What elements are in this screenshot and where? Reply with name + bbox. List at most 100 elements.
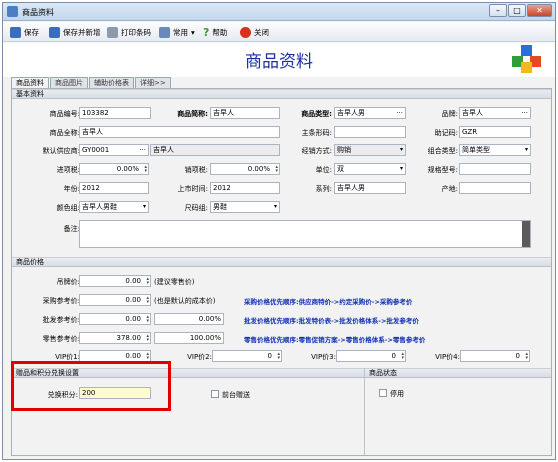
biz-mode-label: 经销方式: <box>301 147 332 155</box>
input-tax-field[interactable]: 0.00% ▴ ▾ <box>79 163 149 175</box>
retail-pct-field[interactable]: 100.00% <box>154 332 224 344</box>
retail-field[interactable]: 378.00 ▴ ▾ <box>79 332 151 344</box>
browse-icon: ··· <box>396 109 403 117</box>
save-new-icon <box>49 26 60 38</box>
chevron-down-icon: ▾ <box>399 146 403 153</box>
spinner-icon: ▴ ▾ <box>146 333 149 343</box>
maximize-button[interactable]: □ <box>508 4 526 17</box>
tag-price-label: 吊牌价: <box>56 278 80 286</box>
disabled-label: 停用 <box>390 390 404 398</box>
spinner-icon: ▴ ▾ <box>525 351 528 361</box>
color-label: 颜色组: <box>56 204 80 212</box>
mnemonic-field[interactable]: GZR <box>459 126 531 138</box>
app-icon <box>7 6 18 17</box>
size-select[interactable]: 男鞋 ▾ <box>210 201 280 213</box>
retail-label: 零售参考价: <box>42 335 80 343</box>
launch-label: 上市时间: <box>177 185 208 193</box>
unit-select[interactable]: 双 ▾ <box>334 163 406 175</box>
unit-label: 单位: <box>315 166 332 174</box>
help-icon: ? <box>203 25 210 39</box>
mnemonic-label: 助记码: <box>434 129 458 137</box>
chevron-down-icon: ▾ <box>399 165 403 172</box>
brand-field[interactable]: 吉早人 ··· <box>459 107 531 119</box>
tab-strip: 商品资料 商品图片 辅助价格表 详细>> <box>11 77 172 88</box>
tag-price-note: (建议零售价) <box>154 278 195 286</box>
spinner-icon: ▴ ▾ <box>146 295 149 305</box>
full-name-field[interactable]: 吉早人 <box>79 126 280 138</box>
type-field[interactable]: 吉早人男 ··· <box>334 107 406 119</box>
toolbar: 保存 保存并新增 打印条码 常用 ▾ ? 帮助 关闭 <box>3 22 555 42</box>
cubes-logo-icon <box>512 45 541 73</box>
tab-product-info[interactable]: 商品资料 <box>11 77 49 88</box>
output-tax-field[interactable]: 0.00% ▴ ▾ <box>210 163 280 175</box>
vip4-label: VIP价4: <box>435 353 460 361</box>
origin-field[interactable] <box>459 182 531 194</box>
barcode-field[interactable] <box>334 126 406 138</box>
series-field[interactable]: 吉早人男 <box>334 182 406 194</box>
purchase-label: 采购参考价: <box>42 297 80 305</box>
supplier-name-field: 吉早人 <box>150 144 280 156</box>
vip3-field[interactable]: 0 ▴ ▾ <box>336 350 406 362</box>
spinner-icon: ▴ ▾ <box>146 351 149 361</box>
supplier-label: 默认供应商: <box>42 147 80 155</box>
help-button[interactable]: ? 帮助 <box>203 25 227 39</box>
minimize-button[interactable]: – <box>489 4 507 17</box>
spec-field[interactable] <box>459 163 531 175</box>
vip4-field[interactable]: 0 ▴ ▾ <box>460 350 530 362</box>
window-title: 商品资料 <box>22 8 54 17</box>
section-status: 商品状态 <box>365 368 551 378</box>
wholesale-field[interactable]: 0.00 ▴ ▾ <box>79 313 151 325</box>
spinner-icon: ▴ ▾ <box>275 164 278 174</box>
browse-icon: ··· <box>139 146 146 154</box>
launch-field[interactable]: 2012 <box>210 182 280 194</box>
wholesale-label: 批发参考价: <box>42 316 80 324</box>
type-label: 商品类型: <box>301 110 332 118</box>
biz-mode-select[interactable]: 购销 ▾ <box>334 144 406 156</box>
wholesale-priority-note: 批发价格优先顺序:批发特价表->批发价格体系->批发参考价 <box>244 317 419 325</box>
close-window-button[interactable]: ✕ <box>527 4 552 17</box>
supplier-code-field[interactable]: GY0001 ··· <box>79 144 149 156</box>
purchase-field[interactable]: 0.00 ▴ ▾ <box>79 294 151 306</box>
wholesale-pct-field[interactable]: 0.00% <box>154 313 224 325</box>
print-barcode-button[interactable]: 打印条码 <box>107 25 151 39</box>
browse-icon: ··· <box>521 109 528 117</box>
scrollbar[interactable] <box>522 221 530 247</box>
brand-label: 品牌: <box>441 110 458 118</box>
save-button[interactable]: 保存 <box>10 25 39 39</box>
section-price: 商品价格 <box>12 257 551 267</box>
chevron-down-icon: ▾ <box>524 146 528 153</box>
year-field[interactable]: 2012 <box>79 182 149 194</box>
origin-label: 产地: <box>441 185 458 193</box>
highlight-box <box>11 361 171 411</box>
code-label: 商品编号: <box>49 110 80 118</box>
spinner-icon: ▴ ▾ <box>401 351 404 361</box>
vip2-label: VIP价2: <box>187 353 212 361</box>
common-menu-button[interactable]: 常用 ▾ <box>159 25 195 39</box>
close-icon <box>240 26 251 38</box>
page-title: 商品资料 <box>245 52 313 72</box>
save-new-button[interactable]: 保存并新增 <box>49 25 101 39</box>
chevron-down-icon: ▾ <box>142 203 146 210</box>
disabled-checkbox[interactable] <box>379 389 387 397</box>
spinner-icon: ▴ ▾ <box>144 164 147 174</box>
purchase-priority-note: 采购价格优先顺序:供应商特价->约定采购价->采购参考价 <box>244 298 413 306</box>
tab-details[interactable]: 详细>> <box>135 77 171 88</box>
tab-product-images[interactable]: 商品图片 <box>50 77 88 88</box>
spinner-icon: ▴ ▾ <box>277 351 280 361</box>
remark-textarea[interactable] <box>79 220 531 248</box>
full-name-label: 商品全称: <box>49 129 80 137</box>
spec-label: 规格型号: <box>427 166 458 174</box>
close-button[interactable]: 关闭 <box>240 25 269 39</box>
combo-select[interactable]: 简单类型 ▾ <box>459 144 531 156</box>
short-name-field[interactable]: 吉早人 <box>210 107 280 119</box>
printer-icon <box>107 26 118 38</box>
vip2-field[interactable]: 0 ▴ ▾ <box>212 350 282 362</box>
save-icon <box>10 26 21 38</box>
tag-price-field[interactable]: 0.00 ▴ ▾ <box>79 275 151 287</box>
spinner-icon: ▴ ▾ <box>146 276 149 286</box>
tab-aux-price[interactable]: 辅助价格表 <box>89 77 134 88</box>
front-gift-checkbox[interactable] <box>211 390 219 398</box>
code-field[interactable]: 103382 <box>79 107 151 119</box>
color-select[interactable]: 吉早人男鞋 ▾ <box>79 201 149 213</box>
size-label: 尺码组: <box>184 204 208 212</box>
